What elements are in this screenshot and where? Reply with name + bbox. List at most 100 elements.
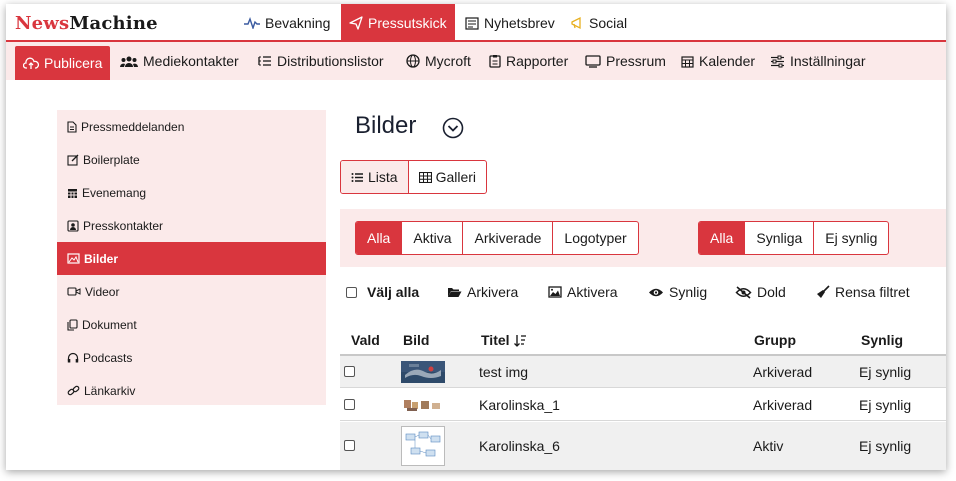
topnav-item-pressutskick[interactable]: Pressutskick — [341, 4, 455, 42]
table-row[interactable]: Karolinska_1 Arkiverad Ej synlig — [340, 389, 946, 421]
column-header-selected: Vald — [351, 332, 380, 348]
status-filter: Alla Aktiva Arkiverade Logotyper — [355, 221, 639, 255]
column-header-image: Bild — [403, 332, 430, 348]
image-icon — [67, 253, 80, 264]
bulk-actions: Välj alla Arkivera Aktivera Synlig Dold … — [346, 282, 946, 302]
contact-card-icon — [67, 219, 79, 232]
filter-visibility-synliga[interactable]: Synliga — [745, 222, 815, 254]
sidebar-item-bilder[interactable]: Bilder — [57, 242, 326, 275]
calendar-icon — [67, 187, 78, 199]
archive-button[interactable]: Arkivera — [447, 282, 518, 302]
photo-icon[interactable] — [401, 426, 445, 470]
sidebar-item-evenemang[interactable]: Evenemang — [57, 176, 326, 209]
eye-icon — [648, 287, 664, 298]
grid-icon — [418, 171, 432, 183]
subnav-item-kalender[interactable]: Kalender — [681, 42, 755, 80]
column-header-title[interactable]: Titel — [481, 332, 527, 348]
megaphone-icon — [570, 16, 584, 30]
paper-plane-icon — [349, 16, 363, 30]
eye-slash-icon — [735, 285, 752, 299]
hidden-button[interactable]: Dold — [735, 282, 786, 302]
topnav-item-bevakning[interactable]: Bevakning — [244, 4, 330, 42]
photo-icon[interactable] — [401, 395, 445, 420]
row-visibility: Ej synlig — [859, 364, 912, 380]
row-group: Arkiverad — [753, 397, 813, 413]
image-icon — [548, 286, 562, 298]
clipboard-icon — [489, 54, 501, 68]
row-visibility: Ej synlig — [859, 438, 912, 454]
filter-visibility-alla[interactable]: Alla — [699, 222, 746, 254]
subnav-item-publicera[interactable]: Publicera — [15, 46, 111, 80]
headphones-icon — [67, 352, 79, 363]
video-camera-icon — [67, 286, 81, 297]
row-group: Arkiverad — [753, 364, 813, 380]
document-icon — [67, 120, 77, 133]
subnav-item-installningar[interactable]: Inställningar — [770, 42, 866, 80]
subnav-item-mediekontakter[interactable]: Mediekontakter — [120, 42, 239, 80]
sidebar-item-lankarkiv[interactable]: Länkarkiv — [57, 374, 326, 407]
sub-nav: Publicera Mediekontakter Distributionsli… — [6, 42, 946, 80]
sidebar-item-videor[interactable]: Videor — [57, 275, 326, 308]
table-row[interactable]: Karolinska_6 Aktiv Ej synlig — [340, 422, 946, 470]
sliders-icon — [770, 55, 785, 68]
photo-icon[interactable] — [401, 361, 445, 388]
edit-icon — [67, 154, 79, 166]
sort-icon — [513, 334, 527, 347]
topnav-item-social[interactable]: Social — [570, 4, 627, 42]
filter-status-logotyper[interactable]: Logotyper — [553, 222, 637, 254]
row-title: Karolinska_1 — [479, 397, 560, 413]
newspaper-icon — [465, 16, 479, 30]
sidebar-item-pressmeddelanden[interactable]: Pressmeddelanden — [57, 110, 326, 143]
topnav-item-nyhetsbrev[interactable]: Nyhetsbrev — [465, 4, 555, 42]
globe-icon — [406, 54, 420, 68]
pulse-icon — [244, 17, 260, 29]
view-list-button[interactable]: Lista — [341, 161, 409, 193]
calendar-icon — [681, 55, 694, 68]
logo[interactable]: NewsMachine — [15, 13, 158, 34]
activate-button[interactable]: Aktivera — [548, 282, 618, 302]
subnav-item-mycroft[interactable]: Mycroft — [406, 42, 471, 80]
row-title: Karolinska_6 — [479, 438, 560, 454]
app-window: NewsMachine Bevakning Pressutskick Nyhet… — [6, 4, 946, 470]
view-gallery-button[interactable]: Galleri — [409, 161, 486, 193]
visible-button[interactable]: Synlig — [648, 282, 707, 302]
cloud-upload-icon — [23, 57, 39, 70]
visibility-filter: Alla Synliga Ej synlig — [698, 221, 890, 255]
subnav-item-rapporter[interactable]: Rapporter — [489, 42, 568, 80]
sidebar-item-presskontakter[interactable]: Presskontakter — [57, 209, 326, 242]
monitor-icon — [585, 54, 601, 68]
filter-bar: Alla Aktiva Arkiverade Logotyper Alla Sy… — [340, 209, 946, 267]
row-checkbox[interactable] — [344, 399, 355, 410]
table-header: Vald Bild Titel Grupp Synlig — [340, 324, 946, 356]
filter-status-arkiverade[interactable]: Arkiverade — [463, 222, 554, 254]
chevron-down-icon[interactable] — [442, 117, 464, 139]
filter-status-aktiva[interactable]: Aktiva — [402, 222, 464, 254]
view-toggle: Lista Galleri — [340, 160, 488, 194]
subnav-item-pressrum[interactable]: Pressrum — [585, 42, 666, 80]
page-title: Bilder — [355, 112, 417, 139]
sidebar-item-podcasts[interactable]: Podcasts — [57, 341, 326, 374]
subnav-item-distributionslistor[interactable]: Distributionslistor — [258, 42, 384, 80]
row-visibility: Ej synlig — [859, 397, 912, 413]
column-header-group: Grupp — [754, 332, 796, 348]
select-all-checkbox[interactable] — [346, 286, 357, 298]
column-header-visible: Synlig — [861, 332, 904, 348]
row-checkbox[interactable] — [344, 440, 355, 451]
list-icon — [258, 55, 272, 67]
sidebar: Pressmeddelanden Boilerplate Evenemang P… — [57, 110, 326, 405]
filter-status-alla[interactable]: Alla — [356, 222, 403, 254]
clear-filter-button[interactable]: Rensa filtret — [816, 282, 910, 302]
table-row[interactable]: test img Arkiverad Ej synlig — [340, 356, 946, 388]
people-icon — [120, 55, 138, 68]
sidebar-item-dokument[interactable]: Dokument — [57, 308, 326, 341]
filter-visibility-ej-synlig[interactable]: Ej synlig — [814, 222, 888, 254]
top-nav: NewsMachine Bevakning Pressutskick Nyhet… — [6, 4, 946, 42]
sidebar-item-boilerplate[interactable]: Boilerplate — [57, 143, 326, 176]
select-all[interactable]: Välj alla — [346, 282, 419, 302]
broom-icon — [816, 285, 830, 299]
files-icon — [67, 318, 78, 331]
row-title: test img — [479, 364, 529, 380]
list-icon — [351, 172, 364, 183]
row-checkbox[interactable] — [344, 366, 355, 377]
row-group: Aktiv — [753, 438, 784, 454]
